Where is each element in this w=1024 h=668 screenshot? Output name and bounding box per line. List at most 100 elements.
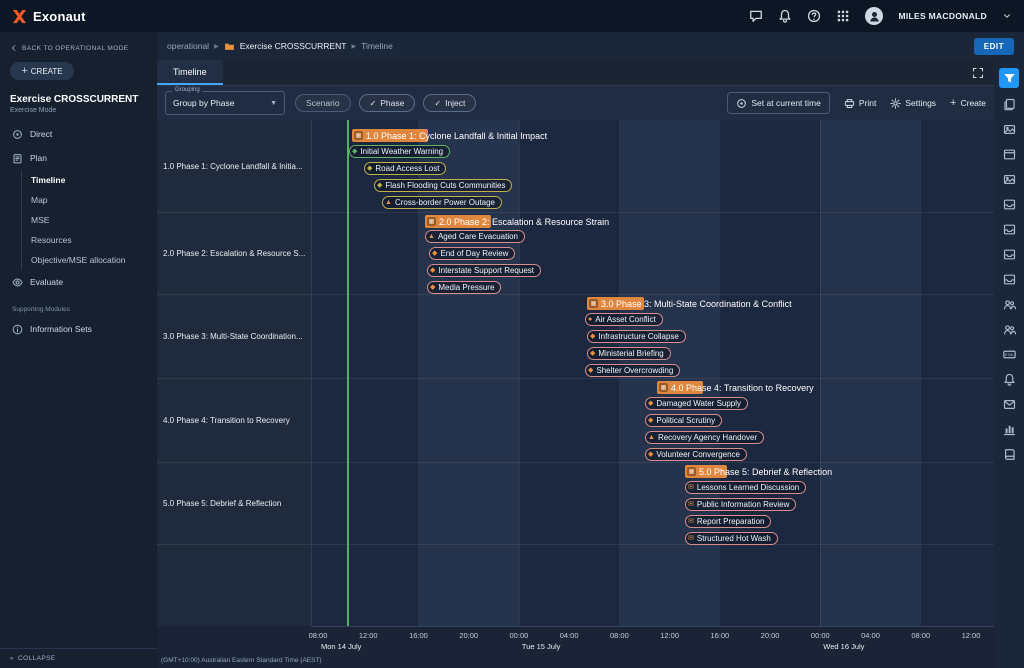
inject-chip[interactable]: ◆Volunteer Convergence [645,448,747,461]
inject-chip[interactable]: ✉Structured Hot Wash [685,532,778,545]
filter-chip-scenario[interactable]: Scenario [295,94,351,112]
sidebar-item-evaluate[interactable]: Evaluate [0,270,157,294]
inbox-icon[interactable] [1000,270,1018,288]
settings-button[interactable]: Settings [890,98,936,109]
apps-grid-icon[interactable] [836,9,850,23]
phase-bar[interactable]: ▦4.0 Phase 4: Transition to Recovery [657,381,703,394]
print-button[interactable]: Print [844,98,876,109]
inbox-icon[interactable] [1000,220,1018,238]
print-label: Print [859,98,876,108]
axis-time-label: 00:00 [504,631,534,640]
inject-chip[interactable]: ✉Report Preparation [685,515,771,528]
target-icon [736,98,747,109]
inject-chip[interactable]: ◆End of Day Review [429,247,515,260]
map-icon[interactable] [1000,120,1018,138]
edit-button[interactable]: EDIT [974,38,1014,55]
sidebar-item-label: Information Sets [30,324,92,334]
inject-type-icon: ◆ [430,284,435,291]
sidebar-item-direct[interactable]: Direct [0,122,157,146]
filter-chip-inject[interactable]: ✓Inject [423,94,476,112]
help-icon[interactable] [807,9,821,23]
inject-chip[interactable]: ◆Media Pressure [427,281,501,294]
inject-chip[interactable]: ▲Aged Care Evacuation [425,230,525,243]
mail-icon[interactable] [1000,395,1018,413]
create-button[interactable]: + CREATE [10,62,74,80]
collapse-button[interactable]: « COLLAPSE [0,648,157,668]
inject-chip[interactable]: ▲Recovery Agency Handover [645,431,764,444]
filter-icon[interactable] [999,68,1019,88]
phase-bar[interactable]: ▦2.0 Phase 2: Escalation & Resource Stra… [425,215,491,228]
inject-chip[interactable]: ✉Public Information Review [685,498,796,511]
phase-bar[interactable]: ▦1.0 Phase 1: Cyclone Landfall & Initial… [352,129,428,142]
sidebar-item-timeline[interactable]: Timeline [22,170,157,190]
create-inject-button[interactable]: + Create [950,98,986,109]
axis-time-label: 08:00 [303,631,333,640]
inject-chip[interactable]: ◆Road Access Lost [364,162,446,175]
grouping-dropdown[interactable]: Grouping Group by Phase ▼ [165,91,285,115]
phase-icon: ▦ [589,299,598,308]
tab-timeline[interactable]: Timeline [157,60,223,85]
axis-time-label: 08:00 [906,631,936,640]
inject-chip[interactable]: ◆Shelter Overcrowding [585,364,680,377]
inject-chip[interactable]: ▲Cross-border Power Outage [382,196,502,209]
inject-chip[interactable]: ●Air Asset Conflict [585,313,663,326]
breadcrumb-root[interactable]: operational [159,41,209,51]
app-logo: Exonaut [12,9,86,24]
avatar[interactable] [865,7,883,25]
book-icon[interactable] [1000,445,1018,463]
html-icon[interactable]: HTML [1000,345,1018,363]
breadcrumb-exercise[interactable]: Exercise CROSSCURRENT [240,41,347,51]
inject-chip[interactable]: ◆Ministerial Briefing [587,347,671,360]
chat-icon[interactable] [749,9,763,23]
inject-type-icon: ✉ [688,535,694,542]
users-icon[interactable] [1000,295,1018,313]
sidebar-item-plan[interactable]: Plan [0,146,157,170]
chart-icon[interactable] [1000,420,1018,438]
create-label: Create [960,98,986,108]
inject-chip[interactable]: ◆Initial Weather Warning [349,145,450,158]
create-label: CREATE [31,67,63,76]
inject-label: Aged Care Evacuation [438,232,518,241]
sidebar-item-information-sets[interactable]: Information Sets [0,317,157,341]
bell-icon[interactable] [1000,370,1018,388]
row-separator [157,378,994,379]
sidebar-item-map[interactable]: Map [22,190,157,210]
timeline-toolbar: Grouping Group by Phase ▼ Scenario ✓Phase… [157,86,994,120]
inject-chip[interactable]: ◆Interstate Support Request [427,264,541,277]
phase-icon: ▦ [659,383,668,392]
breadcrumb-separator: ▶ [214,43,219,50]
notifications-bell-icon[interactable] [778,9,792,23]
user-name[interactable]: MILES MACDONALD [898,11,987,21]
collapse-label: COLLAPSE [18,655,56,662]
users-icon[interactable] [1000,320,1018,338]
timeline-row-label: 2.0 Phase 2: Escalation & Resource S... [157,212,312,294]
map-icon[interactable] [1000,170,1018,188]
card-icon[interactable] [1000,145,1018,163]
inject-chip[interactable]: ◆Political Scrutiny [645,414,722,427]
sidebar-item-objective-mse-allocation[interactable]: Objective/MSE allocation [22,250,157,270]
gantt-chart[interactable]: ▦1.0 Phase 1: Cyclone Landfall & Initial… [312,120,994,626]
inject-chip[interactable]: ◆Damaged Water Supply [645,397,748,410]
phase-bar[interactable]: ▦3.0 Phase 3: Multi-State Coordination &… [587,297,644,310]
set-at-current-time-button[interactable]: Set at current time [727,92,829,114]
pages-icon[interactable] [1000,95,1018,113]
phase-bar-label: 3.0 Phase 3: Multi-State Coordination & … [601,299,792,309]
inject-chip[interactable]: ✉Lessons Learned Discussion [685,481,806,494]
inject-label: Volunteer Convergence [656,450,740,459]
phase-bar[interactable]: ▦5.0 Phase 5: Debrief & Reflection [685,465,727,478]
inject-chip[interactable]: ◆Infrastructure Collapse [587,330,686,343]
filter-chip-label: Phase [380,98,404,108]
sidebar-item-resources[interactable]: Resources [22,230,157,250]
back-to-operational-mode-link[interactable]: BACK TO OPERATIONAL MODE [0,32,157,54]
inject-type-icon: ✉ [688,484,694,491]
inject-chip[interactable]: ◆Flash Flooding Cuts Communities [374,179,512,192]
chevron-down-icon[interactable] [1002,11,1012,21]
filter-chip-phase[interactable]: ✓Phase [359,94,416,112]
inject-label: Structured Hot Wash [697,534,771,543]
inbox-icon[interactable] [1000,195,1018,213]
fullscreen-icon[interactable] [972,67,984,79]
phase-bar-label: 2.0 Phase 2: Escalation & Resource Strai… [439,217,609,227]
sidebar-item-mse[interactable]: MSE [22,210,157,230]
inbox-icon[interactable] [1000,245,1018,263]
axis-day-label: Wed 16 July [823,642,864,651]
